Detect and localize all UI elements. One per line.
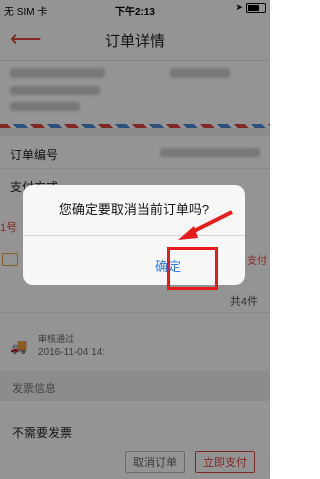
highlight-box xyxy=(167,247,218,290)
annotation-arrow xyxy=(178,210,233,240)
